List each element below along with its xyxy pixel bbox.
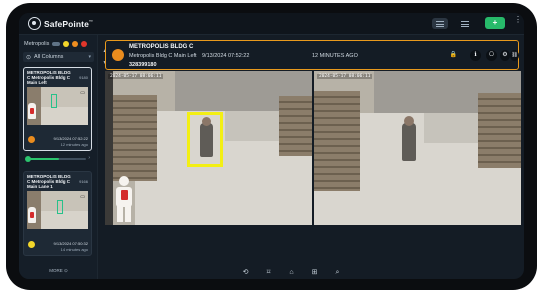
- grid-view-button[interactable]: [432, 18, 448, 29]
- alert-status-dot: [112, 49, 124, 61]
- chevron-right-icon[interactable]: ›: [88, 155, 90, 161]
- status-dot-red[interactable]: [81, 41, 88, 47]
- thumb-walkway: [41, 107, 88, 125]
- person-figure-icon: [116, 176, 132, 222]
- site-toggle[interactable]: [52, 42, 61, 46]
- video-timestamp: 2024-05-17 08:06:11: [317, 74, 373, 79]
- card-time: 9/13/2024 07:52:22: [53, 136, 88, 141]
- active-alert-bar[interactable]: METROPOLIS BLDG C Metropolis Bldg C Main…: [105, 40, 519, 70]
- video-timestamp: 2024-05-17 08:06:11: [108, 74, 164, 79]
- stone-pillar: [279, 96, 312, 156]
- alert-id: 328399180: [129, 62, 157, 68]
- card-slider[interactable]: ›: [23, 155, 92, 163]
- camera-feed-left[interactable]: 2024-05-17 08:06:11: [105, 71, 312, 225]
- history-icon[interactable]: ⟲: [241, 269, 250, 277]
- person-figure-icon: [28, 207, 36, 223]
- top-bar: SafePointe™ + ⋮: [19, 13, 524, 35]
- site-selector[interactable]: Metropolis: [24, 39, 96, 49]
- grid-view-icon: [436, 20, 444, 27]
- bottom-toolbar: ⟲ ⌑ ⌂ ⊞ ⌕: [19, 267, 524, 279]
- stone-pillar: [113, 95, 157, 181]
- grid-icon[interactable]: ⊞: [310, 269, 319, 277]
- card-time: 9/13/2024 07:50:32: [53, 241, 88, 246]
- card-status-dot: [28, 241, 35, 248]
- lock-icon[interactable]: 🔒: [448, 50, 459, 61]
- thumb-walkway: [41, 211, 88, 229]
- list-view-button[interactable]: [457, 18, 473, 29]
- person-figure-icon: [28, 103, 36, 119]
- camera-icon: ▭: [80, 194, 85, 200]
- card-title: METROPOLIS BLDG C Metropolis Bldg C Main…: [27, 70, 71, 85]
- add-button[interactable]: +: [485, 17, 505, 29]
- logo-icon: [28, 17, 41, 30]
- detection-box[interactable]: [187, 112, 223, 167]
- status-dot-orange[interactable]: [72, 41, 79, 47]
- app-name: SafePointe™: [44, 18, 94, 29]
- search-icon[interactable]: ⌕: [333, 269, 342, 277]
- alert-card[interactable]: METROPOLIS BLDG C Metropolis Bldg C Main…: [23, 171, 92, 256]
- camera-icon: ▭: [80, 90, 85, 96]
- slider-fill: [29, 158, 59, 160]
- person-head: [404, 116, 414, 126]
- camera-feed-right[interactable]: 2024-05-17 08:06:11: [314, 71, 521, 225]
- chevron-down-icon: ▾: [88, 54, 91, 60]
- alert-building: METROPOLIS BLDG C: [129, 44, 194, 50]
- kebab-icon[interactable]: ⋮: [514, 16, 522, 24]
- column-filter[interactable]: ⊙ All Columns ▾: [23, 52, 94, 62]
- bookmark-icon[interactable]: ⎔: [486, 50, 497, 61]
- alert-card[interactable]: METROPOLIS BLDG C Metropolis Bldg C Main…: [23, 67, 92, 151]
- site-name: Metropolis: [24, 41, 50, 47]
- slider-handle[interactable]: [25, 156, 31, 162]
- info-icon[interactable]: ℹ: [470, 50, 481, 61]
- app-screen: SafePointe™ + ⋮ Metropolis ⊙ All Columns…: [19, 13, 524, 279]
- home-icon[interactable]: ⌂: [287, 269, 296, 277]
- card-thumbnail[interactable]: ▭: [27, 87, 88, 125]
- detected-person: [402, 123, 416, 161]
- add-icon: +: [492, 18, 498, 27]
- tablet-frame: SafePointe™ + ⋮ Metropolis ⊙ All Columns…: [6, 3, 537, 290]
- filter-icon: ⊙: [26, 54, 32, 61]
- alert-sidebar: Metropolis ⊙ All Columns ▾ METROPOLIS BL…: [19, 35, 98, 279]
- thumb-detection-box: [57, 200, 63, 214]
- card-code: 9166: [79, 179, 88, 184]
- settings-icon[interactable]: ⚙: [500, 50, 510, 61]
- card-thumbnail[interactable]: ▭: [27, 191, 88, 229]
- stone-pillar: [314, 91, 360, 191]
- card-ago: 14 minutes ago: [60, 247, 88, 252]
- card-title: METROPOLIS BLDG C Metropolis Bldg C Main…: [27, 174, 71, 189]
- app-logo[interactable]: SafePointe™: [28, 17, 93, 30]
- stone-pillar: [478, 93, 521, 168]
- card-status-dot: [28, 136, 35, 143]
- thumb-detection-box: [51, 94, 57, 108]
- link-icon[interactable]: ⛓: [510, 50, 519, 61]
- alert-time: 9/13/2024 07:52:22: [202, 53, 250, 59]
- filter-label: All Columns: [34, 54, 64, 60]
- list-view-icon: [461, 20, 469, 27]
- status-dot-yellow[interactable]: [63, 41, 70, 47]
- card-code: 9180: [79, 75, 88, 80]
- door-frame: [105, 71, 113, 225]
- alert-camera: Metropolis Bldg C Main Left: [129, 53, 197, 59]
- card-ago: 12 minutes ago: [60, 142, 88, 147]
- alert-ago: 12 MINUTES AGO: [312, 53, 358, 59]
- bookmark-icon[interactable]: ⌑: [264, 269, 273, 277]
